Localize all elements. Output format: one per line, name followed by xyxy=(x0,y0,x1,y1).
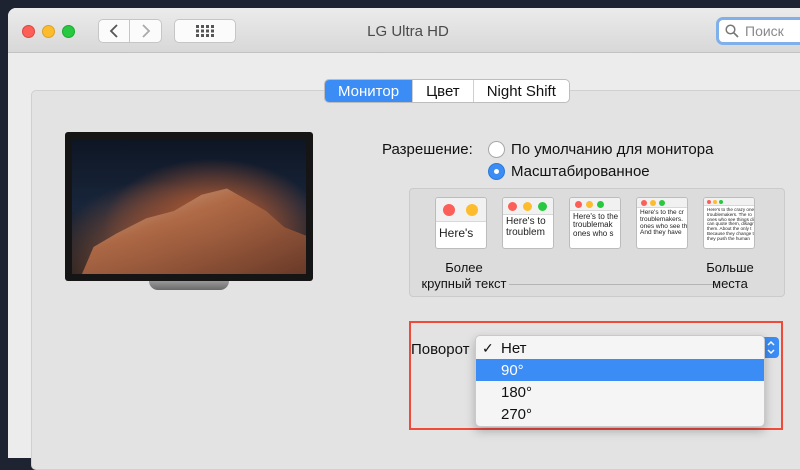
radio-default[interactable] xyxy=(488,141,505,158)
rotation-option-label: Нет xyxy=(501,339,527,357)
search-icon xyxy=(725,24,739,38)
resolution-scaled-label: Масштабированное xyxy=(511,163,650,180)
rotation-option-270[interactable]: 270° xyxy=(476,403,764,425)
resolution-default-option[interactable]: По умолчанию для монитора xyxy=(488,141,713,158)
rotation-option-90[interactable]: 90° xyxy=(476,359,764,381)
tab-night-shift[interactable]: Night Shift xyxy=(472,80,569,102)
scale-preview-text: Here's to troublem xyxy=(506,216,546,238)
radio-scaled[interactable] xyxy=(488,163,505,180)
tab-color[interactable]: Цвет xyxy=(412,80,473,102)
wallpaper-rock xyxy=(82,188,306,274)
scale-option-most-space[interactable]: Here's to the crazy one troublemakers. T… xyxy=(703,197,755,249)
titlebar: LG Ultra HD Поиск xyxy=(8,8,800,53)
search-placeholder: Поиск xyxy=(745,23,784,39)
more-space-caption: Больше места xyxy=(706,260,754,291)
resolution-label: Разрешение: xyxy=(382,141,473,158)
resolution-default-label: По умолчанию для монитора xyxy=(511,141,714,158)
larger-text-caption: Более крупный текст xyxy=(421,260,507,291)
scale-track xyxy=(509,284,719,285)
tab-monitor[interactable]: Монитор xyxy=(325,80,413,102)
rotation-menu: ✓ Нет 90° 180° 270° xyxy=(475,335,765,427)
tab-bar: Монитор Цвет Night Shift xyxy=(324,79,570,103)
scale-preview-text: Here's to the crazy one troublemakers. T… xyxy=(707,207,754,241)
rotation-option-label: 90° xyxy=(501,361,524,379)
monitor-stand xyxy=(149,281,229,290)
rotation-label: Поворот xyxy=(411,341,470,358)
rotation-option-label: 180° xyxy=(501,383,533,401)
search-field[interactable]: Поиск xyxy=(716,17,800,45)
scale-option-largest[interactable]: Here's xyxy=(435,197,487,249)
chevron-updown-icon xyxy=(767,340,775,355)
rotation-option-label: 270° xyxy=(501,405,533,423)
scale-preview-text: Here's to the cr troublemakers. ones who… xyxy=(640,209,687,237)
scale-option-more-space[interactable]: Here's to the cr troublemakers. ones who… xyxy=(636,197,688,249)
scale-option-default[interactable]: Here's to the troublemak ones who s xyxy=(569,197,621,249)
scaling-options: Here's Here's to troublem Here's to the … xyxy=(409,188,785,297)
scale-option-larger[interactable]: Here's to troublem xyxy=(502,197,554,249)
rotation-option-none[interactable]: ✓ Нет xyxy=(476,337,764,359)
window-title: LG Ultra HD xyxy=(367,23,449,40)
checkmark-icon: ✓ xyxy=(482,339,494,356)
desktop-wallpaper xyxy=(72,139,306,274)
rotation-popup-button[interactable] xyxy=(763,337,779,358)
monitor-preview-image xyxy=(65,132,313,281)
scale-preview-text: Here's xyxy=(439,226,474,240)
scale-preview-text: Here's to the troublemak ones who s xyxy=(573,212,619,238)
rotation-option-180[interactable]: 180° xyxy=(476,381,764,403)
resolution-scaled-option[interactable]: Масштабированное xyxy=(488,163,650,180)
